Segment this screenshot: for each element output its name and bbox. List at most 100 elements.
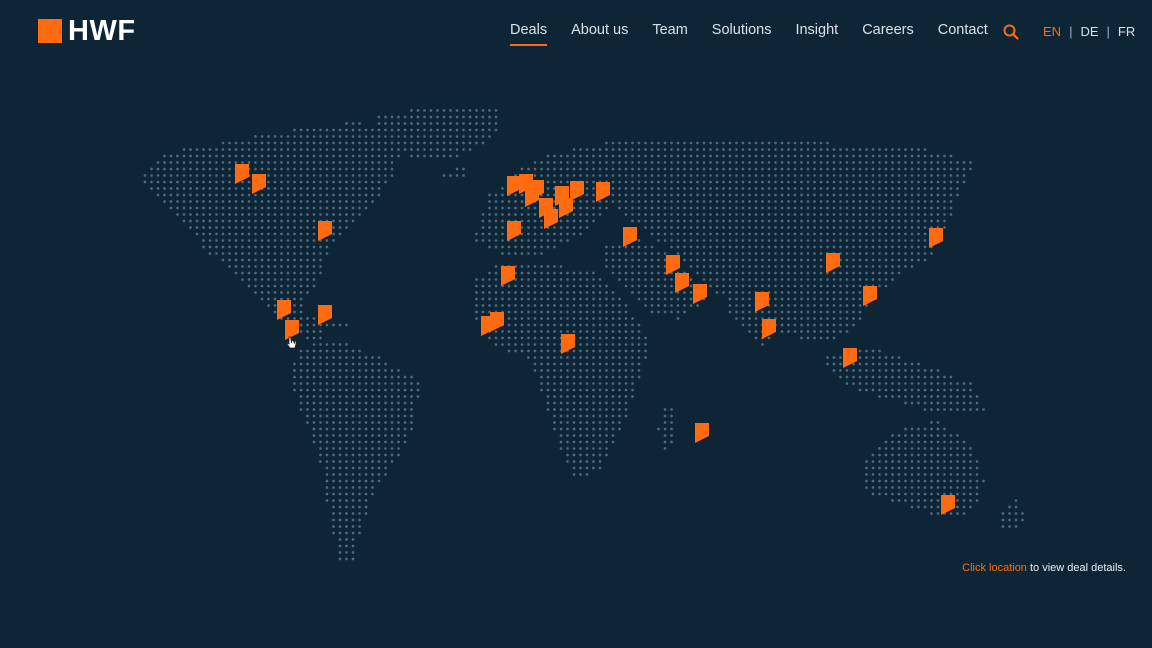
map-dot: [241, 258, 244, 262]
deal-marker-10[interactable]: [525, 187, 539, 207]
deal-marker-15[interactable]: [570, 181, 584, 201]
deal-marker-7[interactable]: [507, 176, 521, 196]
pointer-cursor-icon: [286, 336, 297, 349]
map-dot: [852, 148, 855, 151]
map-dot: [722, 193, 725, 197]
map-dot: [338, 141, 342, 145]
map-dot: [949, 388, 953, 392]
map-dot: [845, 148, 849, 151]
map-dot: [735, 278, 738, 281]
deal-marker-4[interactable]: [277, 300, 291, 320]
map-dot: [293, 388, 296, 392]
map-dot: [605, 304, 608, 307]
map-dot: [429, 122, 433, 125]
map-dot: [650, 232, 654, 236]
map-dot: [585, 200, 589, 203]
map-dot: [403, 427, 407, 431]
map-dot: [683, 193, 686, 197]
map-dot: [527, 239, 530, 242]
map-dot: [189, 213, 192, 216]
deal-marker-33[interactable]: [941, 495, 955, 515]
map-dot: [319, 401, 322, 405]
map-dot: [858, 388, 862, 392]
map-dot: [670, 297, 673, 301]
deal-marker-27[interactable]: [762, 319, 776, 339]
map-dot: [624, 141, 628, 145]
map-dot: [397, 427, 400, 431]
deal-marker-6[interactable]: [318, 305, 332, 325]
deal-marker-19[interactable]: [501, 266, 515, 286]
map-dot: [176, 161, 179, 164]
map-dot: [286, 245, 290, 249]
map-dot: [819, 206, 823, 210]
deal-marker-2[interactable]: [252, 174, 266, 194]
map-dot: [943, 486, 946, 489]
map-dot: [657, 148, 660, 151]
map-dot: [787, 154, 790, 158]
deal-marker-28[interactable]: [826, 253, 840, 273]
deal-marker-21[interactable]: [481, 316, 495, 336]
deal-marker-30[interactable]: [929, 228, 943, 248]
deal-marker-17[interactable]: [507, 221, 521, 241]
map-dot: [657, 232, 660, 236]
map-dot: [624, 349, 628, 353]
map-dot: [618, 356, 621, 359]
map-dot: [260, 154, 264, 158]
deal-marker-31[interactable]: [843, 348, 857, 368]
map-dot: [559, 180, 563, 184]
map-dot: [598, 362, 602, 366]
map-dot: [572, 466, 576, 470]
map-dot: [826, 154, 829, 158]
deal-marker-25[interactable]: [693, 284, 707, 304]
map-dot: [832, 369, 836, 372]
map-dot: [566, 460, 569, 463]
map-dot: [241, 213, 244, 216]
map-dot: [234, 219, 238, 223]
map-dot: [715, 200, 719, 203]
map-dot: [325, 135, 329, 138]
map-dot: [819, 304, 823, 307]
map-dot: [728, 297, 732, 301]
map-dot: [761, 271, 764, 275]
deal-marker-29[interactable]: [863, 286, 877, 306]
map-dot: [930, 447, 933, 450]
map-dot: [832, 180, 836, 184]
map-dot: [624, 154, 628, 158]
map-dot: [332, 128, 335, 132]
map-dot: [819, 310, 823, 314]
map-dot: [826, 193, 829, 197]
map-dot: [696, 167, 699, 171]
map-dot: [468, 109, 472, 112]
map-dot: [806, 330, 810, 333]
deal-marker-14[interactable]: [559, 198, 573, 218]
map-dot: [254, 206, 257, 210]
deal-marker-32[interactable]: [695, 423, 709, 443]
map-dot: [533, 206, 537, 210]
map-dot: [293, 232, 296, 236]
deal-marker-16[interactable]: [596, 182, 610, 202]
deal-marker-26[interactable]: [755, 292, 769, 312]
map-dot: [735, 148, 738, 151]
map-dot: [943, 447, 946, 450]
map-dot: [871, 460, 875, 463]
deal-marker-3[interactable]: [318, 221, 332, 241]
map-dot: [332, 531, 335, 535]
map-dot: [923, 375, 927, 379]
map-dot: [319, 167, 322, 171]
map-dot: [358, 414, 361, 418]
deal-marker-12[interactable]: [544, 209, 558, 229]
map-dot: [585, 291, 589, 294]
deal-marker-18[interactable]: [623, 227, 637, 247]
map-dot: [338, 219, 342, 223]
map-dot: [312, 336, 316, 340]
map-dot: [585, 206, 589, 210]
flag-marker-icon: [695, 423, 709, 443]
map-dot: [910, 427, 914, 431]
map-dot: [689, 232, 693, 236]
click-location-link[interactable]: Click location: [962, 562, 1027, 574]
deal-marker-24[interactable]: [675, 273, 689, 293]
map-dot: [819, 232, 823, 236]
map-dot: [644, 343, 647, 346]
map-dot: [839, 187, 842, 190]
map-dot: [793, 278, 797, 281]
